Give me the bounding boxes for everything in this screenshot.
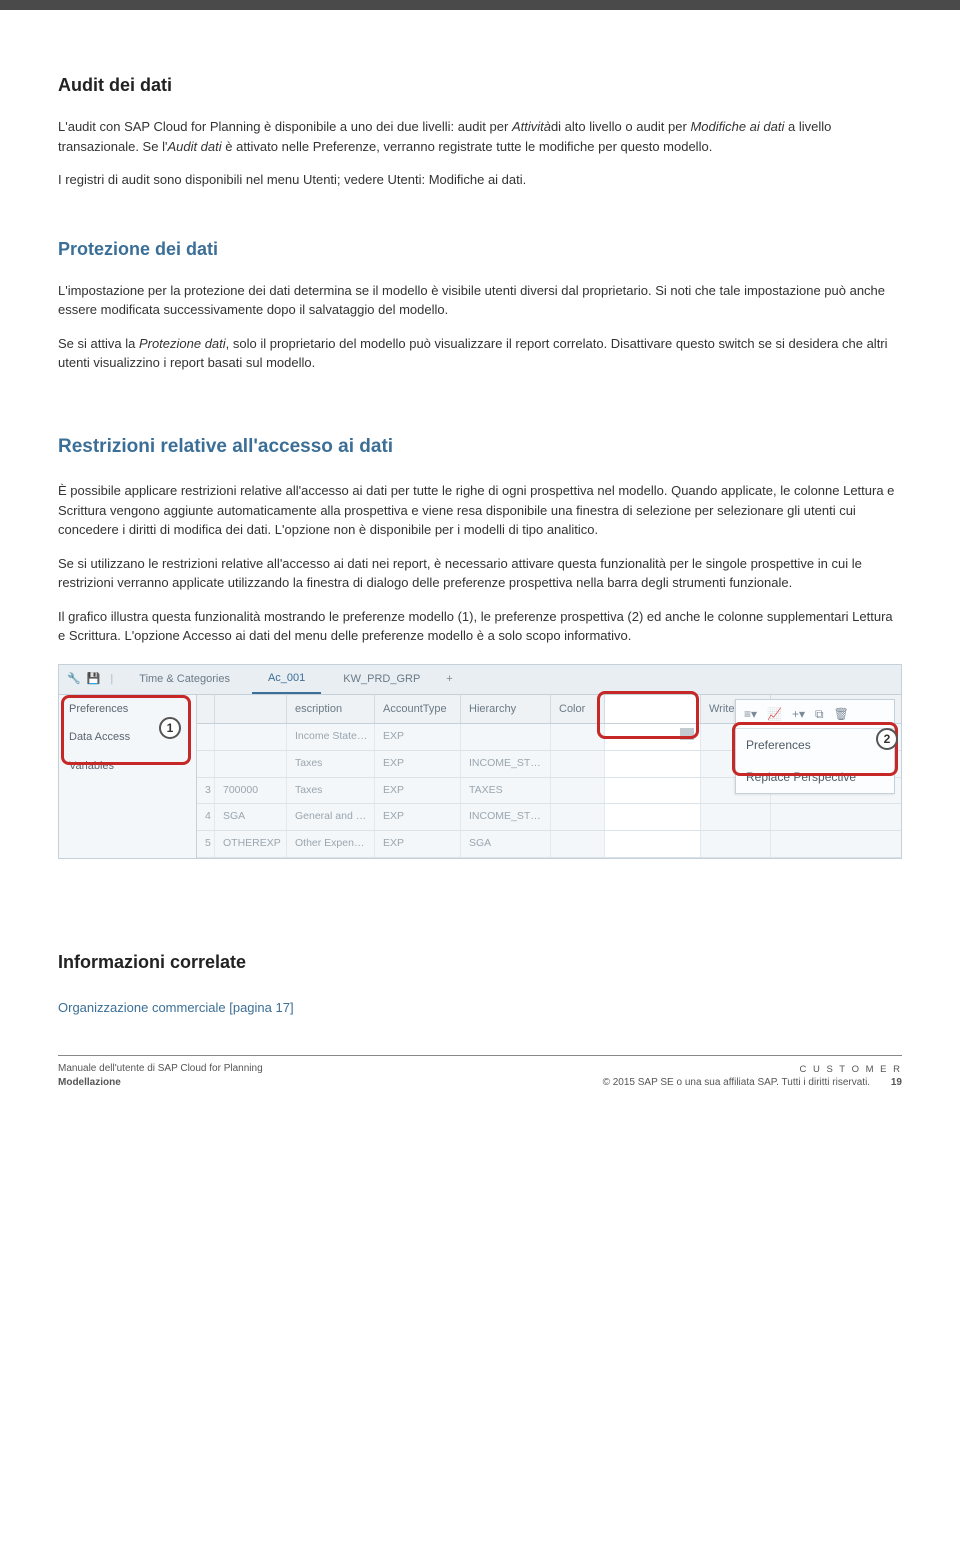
col-num xyxy=(197,695,215,724)
tab-time-categories[interactable]: Time & Categories xyxy=(123,665,246,694)
cell: 4 xyxy=(197,804,215,830)
para-restr-3: Il grafico illustra questa funzionalità … xyxy=(58,607,902,646)
cell: EXP xyxy=(375,778,461,804)
cell: 3 xyxy=(197,778,215,804)
para-audit-1: L'audit con SAP Cloud for Planning è dis… xyxy=(58,117,902,156)
cell: TAXES xyxy=(461,778,551,804)
add-tab-icon[interactable]: + xyxy=(446,671,452,688)
cell xyxy=(605,751,701,777)
screenshot-tabbar: 🔧 💾 | Time & Categories Ac_001 KW_PRD_GR… xyxy=(59,665,901,695)
footer-customer: C U S T O M E R xyxy=(603,1063,902,1076)
italic-activity: Attività xyxy=(512,119,551,134)
cell: SGA xyxy=(215,804,287,830)
cell: OTHEREXP xyxy=(215,831,287,857)
link-organizzazione[interactable]: Organizzazione commerciale [pagina 17] xyxy=(58,1000,294,1015)
cell xyxy=(461,724,551,750)
chart-icon[interactable]: 📈 xyxy=(767,705,782,723)
save-icon[interactable]: 💾 xyxy=(87,671,101,688)
cell xyxy=(551,751,605,777)
footer-right: C U S T O M E R © 2015 SAP SE o una sua … xyxy=(603,1063,902,1090)
col-accounttype[interactable]: AccountType xyxy=(375,695,461,724)
cell xyxy=(197,751,215,777)
cell xyxy=(605,804,701,830)
footer-copyright-line: © 2015 SAP SE o una sua affiliata SAP. T… xyxy=(603,1076,902,1090)
heading-restrizioni: Restrizioni relative all'accesso ai dati xyxy=(58,433,902,462)
cell: INCOME_ST… xyxy=(461,751,551,777)
text: L'audit con SAP Cloud for Planning è dis… xyxy=(58,119,512,134)
separator: | xyxy=(110,671,113,688)
cell xyxy=(605,831,701,857)
text: Se si attiva la xyxy=(58,336,139,351)
cell: INCOME_ST… xyxy=(461,804,551,830)
para-audit-2: I registri di audit sono disponibili nel… xyxy=(58,170,902,190)
cell: Taxes xyxy=(287,778,375,804)
screenshot-body: Preferences Data Access Variables 1 escr… xyxy=(59,695,901,858)
cell xyxy=(197,724,215,750)
highlight-box-read xyxy=(597,691,699,739)
data-grid: escription AccountType Hierarchy Color R… xyxy=(197,695,901,858)
cell: EXP xyxy=(375,724,461,750)
cell xyxy=(215,724,287,750)
highlight-box-2 xyxy=(732,722,898,776)
plus-icon[interactable]: +▾ xyxy=(792,705,805,723)
cell: EXP xyxy=(375,751,461,777)
col-hierarchy[interactable]: Hierarchy xyxy=(461,695,551,724)
cell: 5 xyxy=(197,831,215,857)
cell: SGA xyxy=(461,831,551,857)
cell: 700000 xyxy=(215,778,287,804)
cell xyxy=(551,804,605,830)
italic-protezione: Protezione dati xyxy=(139,336,226,351)
col-description[interactable]: escription xyxy=(287,695,375,724)
para-prot-1: L'impostazione per la protezione dei dat… xyxy=(58,281,902,320)
cell xyxy=(215,751,287,777)
cell: EXP xyxy=(375,804,461,830)
marker-1: 1 xyxy=(159,717,181,739)
top-dark-bar xyxy=(0,0,960,10)
list-icon[interactable]: ≡▾ xyxy=(744,705,757,723)
cell: Taxes xyxy=(287,751,375,777)
page-content: Audit dei dati L'audit con SAP Cloud for… xyxy=(0,10,960,1100)
italic-auditdati: Audit dati xyxy=(167,139,221,154)
embedded-screenshot: 🔧 💾 | Time & Categories Ac_001 KW_PRD_GR… xyxy=(58,664,902,859)
tab-kw-prd-grp[interactable]: KW_PRD_GRP xyxy=(327,665,436,694)
col-id xyxy=(215,695,287,724)
right-menu: ≡▾ 📈 +▾ ⧉ 🗑 Preferences Replace Perspect… xyxy=(735,699,895,794)
table-row[interactable]: 4 SGA General and … EXP INCOME_ST… xyxy=(197,804,901,831)
footer-left: Manuale dell'utente di SAP Cloud for Pla… xyxy=(58,1062,263,1090)
para-restr-2: Se si utilizzano le restrizioni relative… xyxy=(58,554,902,593)
cell: EXP xyxy=(375,831,461,857)
cell xyxy=(551,831,605,857)
left-menu: Preferences Data Access Variables 1 xyxy=(59,695,197,858)
text: è attivato nelle Preferenze, verranno re… xyxy=(222,139,713,154)
cell xyxy=(605,778,701,804)
italic-modifiche: Modifiche ai dati xyxy=(690,119,784,134)
cell xyxy=(701,831,771,857)
heading-info-correlate: Informazioni correlate xyxy=(58,949,902,976)
heading-protezione: Protezione dei dati xyxy=(58,236,902,263)
footer-copyright: © 2015 SAP SE o una sua affiliata SAP. T… xyxy=(603,1077,871,1088)
copy-icon[interactable]: ⧉ xyxy=(815,705,824,723)
table-row[interactable]: 5 OTHEREXP Other Expen… EXP SGA xyxy=(197,831,901,858)
marker-2: 2 xyxy=(876,728,898,750)
footer-doc-title: Manuale dell'utente di SAP Cloud for Pla… xyxy=(58,1062,263,1076)
trash-icon[interactable]: 🗑 xyxy=(834,705,849,723)
tab-ac001[interactable]: Ac_001 xyxy=(252,665,321,694)
cell: Other Expen… xyxy=(287,831,375,857)
cell xyxy=(551,778,605,804)
page-footer: Manuale dell'utente di SAP Cloud for Pla… xyxy=(58,1055,902,1090)
cell: Income State… xyxy=(287,724,375,750)
text: di alto livello o audit per xyxy=(551,119,690,134)
para-restr-1: È possibile applicare restrizioni relati… xyxy=(58,481,902,540)
wrench-icon[interactable]: 🔧 xyxy=(67,671,81,688)
para-prot-2: Se si attiva la Protezione dati, solo il… xyxy=(58,334,902,373)
footer-section: Modellazione xyxy=(58,1076,263,1090)
cell: General and … xyxy=(287,804,375,830)
cell xyxy=(701,804,771,830)
heading-audit: Audit dei dati xyxy=(58,72,902,99)
footer-page-number: 19 xyxy=(891,1077,902,1088)
